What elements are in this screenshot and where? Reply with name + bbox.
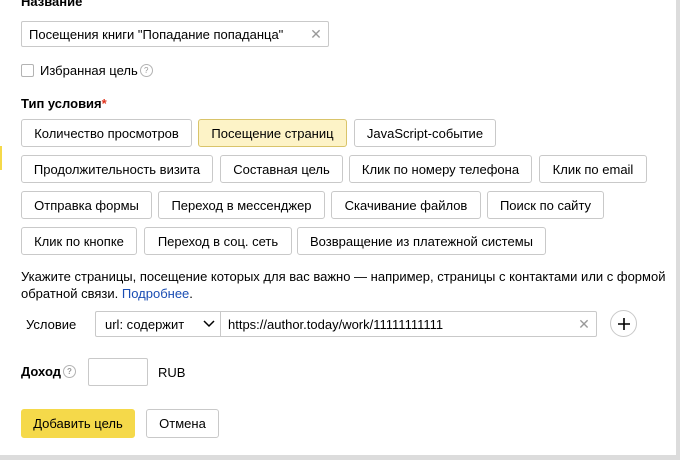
- condition-type-button-file-download[interactable]: Скачивание файлов: [331, 191, 481, 219]
- condition-type-button-site-search[interactable]: Поиск по сайту: [487, 191, 604, 219]
- clear-icon[interactable]: ✕: [572, 316, 596, 333]
- income-label: Доход: [21, 364, 61, 379]
- name-label: Название: [21, 0, 83, 9]
- goal-dialog: Название Посещения книги "Попадание попа…: [0, 0, 676, 455]
- help-icon[interactable]: ?: [62, 365, 76, 378]
- condition-type-title: Тип условия*: [21, 96, 107, 111]
- condition-type-button-button-click[interactable]: Клик по кнопке: [21, 227, 137, 255]
- condition-type-button-composite-goal[interactable]: Составная цель: [220, 155, 343, 183]
- condition-type-button-page-visits[interactable]: Посещение страниц: [198, 119, 347, 147]
- plus-icon: [617, 317, 630, 330]
- condition-url-input[interactable]: https://author.today/work/11111111111 ✕: [220, 311, 597, 337]
- condition-type-button-phone-click[interactable]: Клик по номеру телефона: [349, 155, 532, 183]
- condition-operator-select[interactable]: url: содержит: [95, 311, 221, 337]
- help-icon[interactable]: ?: [139, 64, 153, 77]
- currency-label: RUB: [158, 365, 186, 380]
- left-accent-bar: [0, 146, 2, 170]
- condition-url-value: https://author.today/work/11111111111: [228, 316, 444, 332]
- clear-icon[interactable]: ✕: [304, 26, 328, 43]
- favorite-goal-row: Избранная цель ?: [21, 63, 153, 78]
- hint-body: Укажите страницы, посещение которых для …: [21, 269, 666, 301]
- condition-type-button-messenger[interactable]: Переход в мессенджер: [158, 191, 325, 219]
- condition-operator-value: url: содержит: [105, 316, 185, 332]
- chevron-down-icon: [198, 320, 220, 328]
- favorite-label: Избранная цель: [40, 63, 138, 78]
- condition-type-button-payment-return[interactable]: Возвращение из платежной системы: [297, 227, 546, 255]
- condition-type-button-email-click[interactable]: Клик по email: [539, 155, 647, 183]
- favorite-checkbox[interactable]: [21, 64, 34, 77]
- add-goal-button[interactable]: Добавить цель: [21, 409, 135, 438]
- more-link[interactable]: Подробнее: [122, 286, 189, 301]
- cancel-button[interactable]: Отмена: [146, 409, 219, 438]
- condition-type-button-js-event[interactable]: JavaScript-событие: [354, 119, 496, 147]
- goal-name-input[interactable]: Посещения книги "Попадание попаданца" ✕: [21, 21, 329, 47]
- condition-type-button-views[interactable]: Количество просмотров: [21, 119, 192, 147]
- condition-type-button-form-submit[interactable]: Отправка формы: [21, 191, 152, 219]
- add-condition-button[interactable]: [610, 310, 637, 337]
- condition-label: Условие: [26, 317, 77, 332]
- income-input[interactable]: [88, 358, 148, 386]
- hint-text: Укажите страницы, посещение которых для …: [21, 268, 671, 302]
- condition-type-button-social-network[interactable]: Переход в соц. сеть: [144, 227, 292, 255]
- condition-type-title-text: Тип условия: [21, 96, 102, 111]
- goal-name-value: Посещения книги "Попадание попаданца": [29, 26, 284, 42]
- required-mark: *: [101, 96, 107, 111]
- income-label-row: Доход ?: [21, 364, 76, 379]
- hint-period: .: [189, 286, 193, 301]
- condition-type-button-visit-duration[interactable]: Продолжительность визита: [21, 155, 213, 183]
